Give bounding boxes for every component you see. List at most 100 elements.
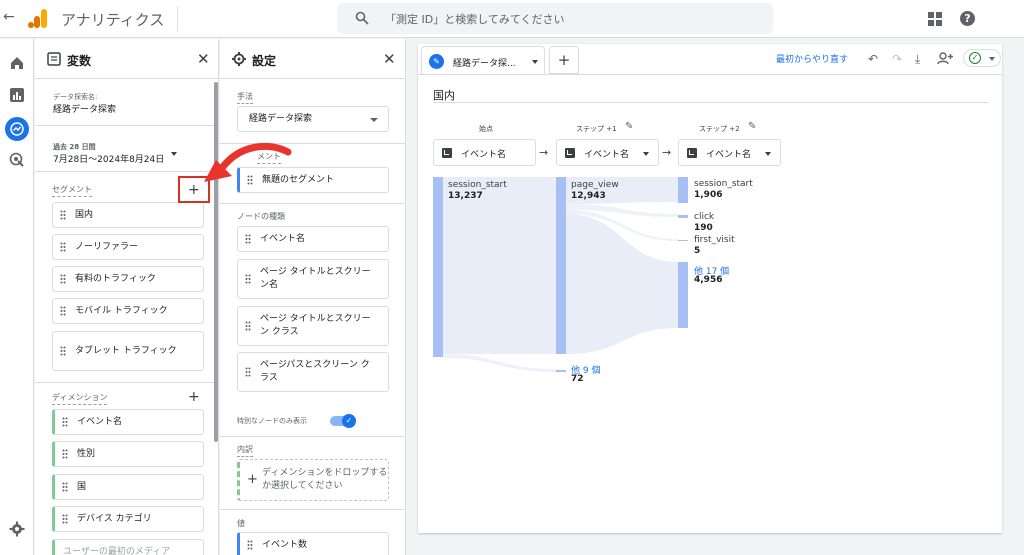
dimension-label: ユーザーの最初のメディア: [63, 546, 171, 555]
special-nodes-toggle[interactable]: ✓: [330, 414, 356, 428]
node-type-item[interactable]: イベント名: [237, 226, 389, 252]
help-icon[interactable]: ?: [960, 11, 975, 26]
segment-item[interactable]: 国内: [52, 202, 204, 228]
technique-value: 経路データ探索: [249, 114, 313, 124]
close-icon[interactable]: ✕: [197, 50, 210, 68]
drag-handle-icon[interactable]: [60, 346, 66, 356]
drag-handle-icon[interactable]: [62, 482, 68, 492]
node-type-item[interactable]: ページパスとスクリーン クラス: [237, 352, 389, 392]
drag-handle-icon[interactable]: [245, 367, 251, 377]
segment-label: 有料のトラフィック: [75, 273, 156, 284]
explore-nav-active[interactable]: [5, 117, 29, 141]
node-value: 13,237: [448, 191, 483, 201]
node-value: 1,906: [694, 190, 723, 200]
advertising-icon[interactable]: [9, 152, 25, 168]
node-label: page_view: [571, 180, 619, 190]
node-bar-click: [678, 215, 688, 218]
variables-panel: 変数 ✕ データ探索名: 経路データ探索 過去 28 日間 7月28日～2024…: [35, 39, 219, 555]
app-title: アナリティクス: [61, 11, 165, 29]
search-bar[interactable]: 「測定 ID」と検索してみてください: [337, 3, 773, 34]
settings-gear-icon[interactable]: [9, 521, 25, 537]
dimension-item[interactable]: ユーザーの最初のメディア: [52, 539, 204, 555]
variables-icon: [47, 52, 61, 66]
home-icon[interactable]: [9, 55, 25, 71]
divider: [220, 436, 405, 437]
segments-label: セグメント: [52, 184, 92, 197]
title-divider: [177, 6, 178, 31]
drop-zone-text: ディメンションをドロップするか選択してください: [262, 468, 388, 491]
exploration-name-label: データ探索名:: [53, 93, 98, 101]
breakdown-drop-zone[interactable]: + ディメンションをドロップするか選択してください: [237, 459, 389, 501]
explore-icon: [10, 122, 24, 136]
analytics-logo-icon[interactable]: [27, 7, 49, 29]
technique-select[interactable]: 経路データ探索: [237, 106, 389, 132]
dimension-item[interactable]: イベント名: [52, 409, 204, 435]
add-dimension-button[interactable]: +: [188, 390, 200, 404]
node-label: session_start: [694, 179, 753, 189]
dimension-item[interactable]: 性別: [52, 441, 204, 467]
divider: [220, 203, 405, 204]
segment-label: タブレット トラフィック: [75, 345, 177, 356]
value-item-text: イベント数: [262, 539, 308, 550]
date-period-label: 過去 28 日間: [53, 143, 96, 151]
node-value: 12,943: [571, 191, 606, 201]
segment-item[interactable]: 有料のトラフィック: [52, 266, 204, 292]
reports-icon[interactable]: [9, 87, 25, 103]
drag-handle-icon[interactable]: [60, 242, 66, 252]
flow-link: [443, 177, 556, 354]
variables-scrollbar[interactable]: [214, 82, 218, 442]
drag-handle-icon[interactable]: [60, 274, 66, 284]
dimension-item[interactable]: 国: [52, 474, 204, 500]
search-icon: [355, 11, 369, 25]
node-type-item[interactable]: ページ タイトルとスクリーン クラス: [237, 306, 389, 346]
breakdown-label: 内訳: [237, 444, 253, 457]
drag-handle-icon[interactable]: [245, 234, 251, 244]
node-type-item[interactable]: ページ タイトルとスクリーン名: [237, 259, 389, 299]
node-bar-other-9: [556, 370, 566, 372]
dimension-item[interactable]: デバイス カテゴリ: [52, 506, 204, 532]
segment-label: モバイル トラフィック: [75, 305, 168, 316]
dimension-label: 国: [77, 481, 87, 492]
flow-link: [443, 354, 556, 372]
apps-grid-icon[interactable]: [928, 12, 942, 26]
drag-handle-icon[interactable]: [62, 417, 68, 427]
search-input[interactable]: 「測定 ID」と検索してみてください: [385, 11, 565, 27]
node-label: session_start: [448, 180, 507, 190]
segment-label: ノーリファラー: [75, 241, 139, 252]
dimension-label: 性別: [77, 448, 96, 459]
close-icon[interactable]: ✕: [383, 50, 396, 68]
dimension-label: デバイス カテゴリ: [77, 513, 152, 524]
divider: [35, 382, 218, 383]
drag-handle-icon[interactable]: [247, 540, 253, 550]
segment-item[interactable]: モバイル トラフィック: [52, 298, 204, 324]
node-value: 5: [694, 246, 701, 256]
plus-icon: +: [247, 472, 258, 487]
top-bar: ← アナリティクス 「測定 ID」と検索してみてください ?: [0, 0, 1024, 38]
annotation-arrow-icon: [204, 142, 292, 182]
variables-header: 変数 ✕: [35, 39, 218, 79]
node-label: first_visit: [694, 235, 735, 245]
segment-item[interactable]: ノーリファラー: [52, 234, 204, 260]
dimension-label: イベント名: [77, 416, 123, 427]
drag-handle-icon[interactable]: [245, 274, 251, 284]
flow-link: [566, 214, 678, 354]
exploration-name-input[interactable]: 経路データ探索: [53, 102, 116, 115]
chevron-down-icon[interactable]: [171, 152, 177, 156]
node-label: click: [694, 212, 715, 222]
special-nodes-label: 特別なノードのみ表示: [237, 417, 307, 425]
segment-item[interactable]: タブレット トラフィック: [52, 331, 204, 371]
value-item[interactable]: イベント数: [237, 532, 389, 555]
drag-handle-icon[interactable]: [245, 321, 251, 331]
divider: [35, 171, 218, 172]
node-bar-session-start: [433, 177, 443, 357]
drag-handle-icon[interactable]: [60, 210, 66, 220]
back-arrow-icon[interactable]: ←: [3, 9, 15, 25]
divider: [35, 125, 218, 126]
date-range-picker[interactable]: 7月28日～2024年8月24日: [53, 152, 164, 165]
node-bar-other-17: [678, 262, 688, 328]
node-type-text: ページ タイトルとスクリーン クラス: [260, 314, 371, 337]
chevron-down-icon: [370, 118, 378, 122]
drag-handle-icon[interactable]: [60, 306, 66, 316]
drag-handle-icon[interactable]: [62, 514, 68, 524]
drag-handle-icon[interactable]: [62, 449, 68, 459]
